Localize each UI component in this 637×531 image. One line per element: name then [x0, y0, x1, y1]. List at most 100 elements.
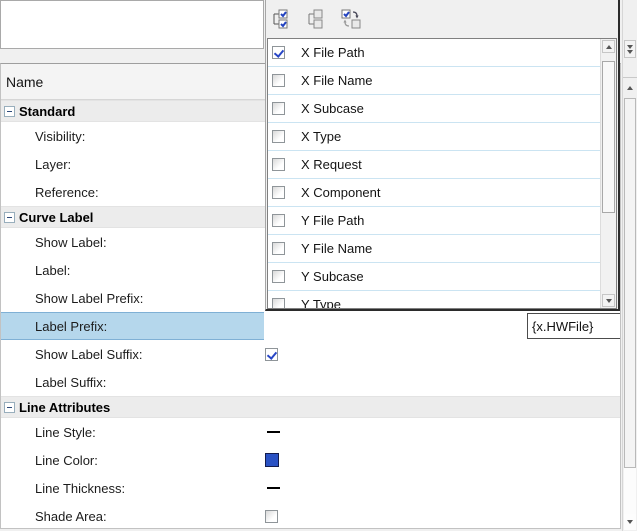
double-chevron-down-icon	[627, 45, 633, 49]
property-row-label-suffix[interactable]: Label Suffix:	[1, 368, 620, 396]
unchecked-checkbox[interactable]	[272, 102, 285, 115]
property-name-cell[interactable]: Visibility:	[1, 122, 264, 150]
line-color-swatch[interactable]	[265, 453, 279, 467]
property-row-shade-area[interactable]: Shade Area:	[1, 502, 620, 529]
list-item-x-type[interactable]: X Type	[268, 123, 601, 151]
down-arrow-icon	[627, 520, 633, 524]
list-item-label: Y Type	[301, 297, 341, 308]
down-arrow-icon	[606, 299, 612, 303]
property-name-cell[interactable]: Show Label Prefix:	[1, 284, 264, 312]
list-item-label: X Component	[301, 185, 381, 200]
property-label: Label:	[35, 263, 70, 278]
list-item-x-subcase[interactable]: X Subcase	[268, 95, 601, 123]
collapse-minus-icon[interactable]	[4, 106, 15, 117]
multiselect-dropdown-popup: X File Path X File Name X Subcase X Type X R…	[265, 0, 620, 311]
outer-scroll-up-button[interactable]	[624, 80, 636, 96]
property-label: Label Prefix:	[35, 319, 107, 334]
property-name-cell[interactable]: Show Label Suffix:	[1, 340, 264, 368]
dropdown-listbox: X File Path X File Name X Subcase X Type X R…	[267, 38, 617, 309]
divider	[623, 77, 637, 78]
property-row-line-color[interactable]: Line Color:	[1, 446, 620, 474]
scrollbar-thumb[interactable]	[602, 61, 615, 213]
list-item-label: Y File Path	[301, 213, 364, 228]
section-row-line-attributes[interactable]: Line Attributes	[1, 396, 620, 418]
property-name-cell[interactable]: Label Suffix:	[1, 368, 264, 396]
property-label: Label Suffix:	[35, 375, 106, 390]
property-row-label-prefix[interactable]: Label Prefix: {x.HWFile}	[1, 312, 620, 340]
checked-checkbox[interactable]	[265, 348, 278, 361]
property-row-show-label-suffix[interactable]: Show Label Suffix:	[1, 340, 620, 368]
collapse-minus-icon[interactable]	[4, 212, 15, 223]
list-item-label: X File Name	[301, 73, 373, 88]
up-arrow-icon	[627, 86, 633, 90]
property-name-cell[interactable]: Layer:	[1, 150, 264, 178]
property-name-cell[interactable]: Reference:	[1, 178, 264, 206]
list-item-x-file-path[interactable]: X File Path	[268, 39, 601, 67]
line-sample-icon[interactable]	[267, 431, 280, 433]
unchecked-checkbox[interactable]	[272, 158, 285, 171]
scroll-up-button[interactable]	[602, 40, 615, 53]
unchecked-checkbox[interactable]	[272, 186, 285, 199]
invert-selection-icon	[341, 9, 361, 29]
property-name-cell[interactable]: Shade Area:	[1, 502, 264, 529]
list-item-y-subcase[interactable]: Y Subcase	[268, 263, 601, 291]
property-name-cell[interactable]: Line Thickness:	[1, 474, 264, 502]
property-name-cell[interactable]: Line Style:	[1, 418, 264, 446]
unchecked-checkbox[interactable]	[265, 510, 278, 523]
top-pane	[0, 0, 264, 49]
property-value-cell[interactable]	[265, 502, 278, 529]
property-label: Visibility:	[35, 129, 85, 144]
check-all-icon	[271, 9, 291, 29]
list-item-label: X Request	[301, 157, 362, 172]
property-row-line-thickness[interactable]: Line Thickness:	[1, 474, 620, 502]
double-chevron-down-icon	[627, 50, 633, 54]
unchecked-checkbox[interactable]	[272, 130, 285, 143]
unchecked-checkbox[interactable]	[272, 242, 285, 255]
list-item-label: X Subcase	[301, 101, 364, 116]
list-item-y-type[interactable]: Y Type	[268, 291, 601, 308]
scroll-down-button[interactable]	[602, 294, 615, 307]
property-value-cell[interactable]	[265, 418, 280, 446]
dropdown-scrollbar[interactable]	[600, 39, 616, 308]
section-label: Standard	[19, 104, 75, 119]
outer-scrollbar	[622, 0, 637, 531]
checked-checkbox[interactable]	[272, 46, 285, 59]
name-column-header-label: Name	[6, 74, 43, 90]
popup-toolbar	[266, 0, 618, 38]
expand-panel-button[interactable]	[624, 40, 636, 58]
property-value-cell[interactable]	[265, 340, 278, 368]
property-value-cell[interactable]	[265, 446, 279, 474]
unchecked-checkbox[interactable]	[272, 298, 285, 308]
list-item-x-file-name[interactable]: X File Name	[268, 67, 601, 95]
property-label: Reference:	[35, 185, 99, 200]
list-item-label: Y Subcase	[301, 269, 364, 284]
dropdown-list-items: X File Path X File Name X Subcase X Type X R…	[268, 39, 601, 308]
property-label: Show Label:	[35, 235, 107, 250]
label-prefix-value: {x.HWFile}	[532, 319, 593, 334]
label-prefix-editor[interactable]: {x.HWFile}	[527, 313, 621, 339]
property-name-cell[interactable]: Show Label:	[1, 228, 264, 256]
property-name-cell[interactable]: Label:	[1, 256, 264, 284]
unchecked-checkbox[interactable]	[272, 74, 285, 87]
property-value-cell[interactable]	[265, 474, 280, 502]
collapse-minus-icon[interactable]	[4, 402, 15, 413]
line-sample-icon[interactable]	[267, 487, 280, 489]
list-item-x-component[interactable]: X Component	[268, 179, 601, 207]
unchecked-checkbox[interactable]	[272, 270, 285, 283]
list-item-y-file-name[interactable]: Y File Name	[268, 235, 601, 263]
property-name-cell[interactable]: Line Color:	[1, 446, 264, 474]
outer-scroll-down-button[interactable]	[624, 514, 636, 530]
invert-selection-button[interactable]	[339, 8, 362, 31]
property-row-line-style[interactable]: Line Style:	[1, 418, 620, 446]
section-label: Line Attributes	[19, 400, 110, 415]
list-item-y-file-path[interactable]: Y File Path	[268, 207, 601, 235]
property-label: Line Style:	[35, 425, 96, 440]
outer-scrollbar-thumb[interactable]	[624, 98, 636, 468]
list-item-label: Y File Name	[301, 241, 372, 256]
unchecked-checkbox[interactable]	[272, 214, 285, 227]
uncheck-all-button[interactable]	[304, 8, 327, 31]
outer-scrollbar-track[interactable]	[624, 468, 636, 514]
list-item-x-request[interactable]: X Request	[268, 151, 601, 179]
check-all-button[interactable]	[269, 8, 292, 31]
property-name-cell[interactable]: Label Prefix:	[1, 312, 264, 340]
